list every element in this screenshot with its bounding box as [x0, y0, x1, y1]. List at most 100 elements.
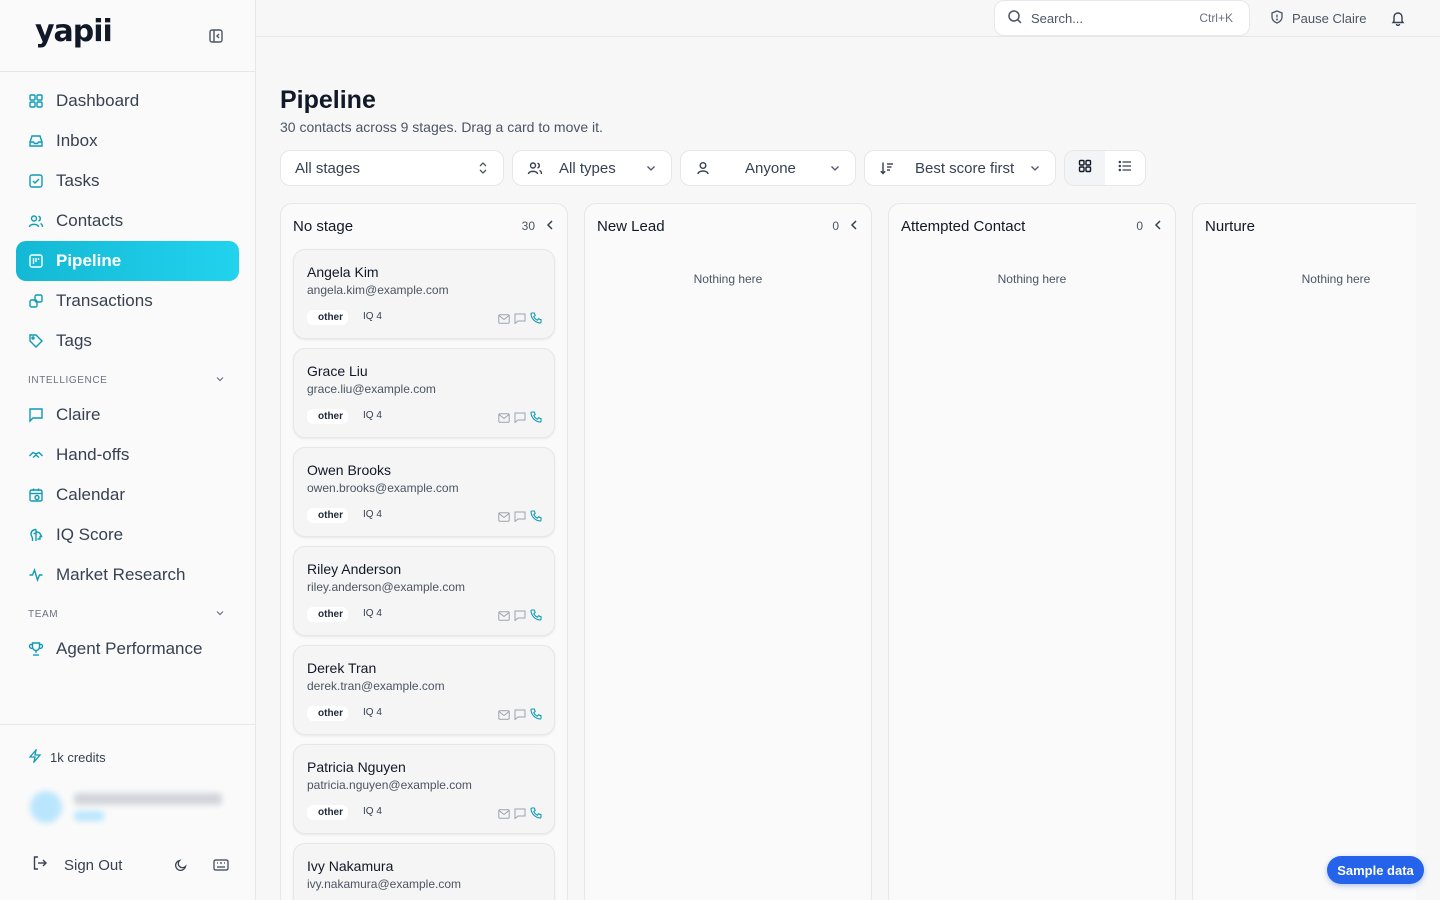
activity-icon [28, 567, 44, 583]
stage-column-attempted-contact: Attempted Contact 0 Nothing here [888, 203, 1176, 900]
contact-card[interactable]: Riley Anderson riley.anderson@example.co… [293, 546, 555, 636]
contact-card[interactable]: Owen Brooks owen.brooks@example.com othe… [293, 447, 555, 537]
sidebar-item-contacts[interactable]: Contacts [16, 201, 239, 241]
users-icon [527, 160, 543, 176]
phone-icon[interactable] [530, 806, 542, 824]
logo-row: yapii [0, 0, 255, 72]
message-icon[interactable] [514, 608, 526, 626]
chevron-down-icon [829, 162, 841, 174]
column-title: Attempted Contact [901, 217, 1026, 235]
app-logo[interactable]: yapii [35, 14, 113, 49]
search-input[interactable]: Search... Ctrl+K [994, 0, 1250, 36]
message-icon[interactable] [514, 707, 526, 725]
column-header: No stage 30 [281, 204, 567, 248]
pipeline-icon [28, 253, 44, 269]
column-title: Nurture [1205, 217, 1256, 235]
board-view-button[interactable] [1065, 151, 1105, 185]
contact-name: Angela Kim [307, 264, 379, 280]
credits-indicator[interactable]: 1k credits [28, 747, 106, 766]
section-label: TEAM [28, 608, 59, 620]
mail-icon[interactable] [498, 410, 510, 428]
contact-name: Owen Brooks [307, 462, 392, 478]
empty-state: Nothing here [1301, 272, 1371, 286]
iq-score: IQ 4 [363, 608, 382, 619]
sidebar-item-label: Tags [56, 331, 92, 350]
sidebar-collapse-icon[interactable] [208, 28, 224, 44]
list-view-button[interactable] [1105, 151, 1145, 185]
phone-icon[interactable] [530, 509, 542, 527]
pause-claire-button[interactable]: Pause Claire [1270, 10, 1366, 27]
team-section-header[interactable]: TEAM [16, 599, 239, 629]
contact-type-tag: other [307, 607, 348, 622]
card-actions [498, 608, 542, 626]
contact-name: Patricia Nguyen [307, 759, 406, 775]
empty-state: Nothing here [997, 272, 1067, 286]
message-icon[interactable] [514, 410, 526, 428]
contact-name: Derek Tran [307, 660, 377, 676]
sidebar-item-dashboard[interactable]: Dashboard [16, 81, 239, 121]
keyboard-icon[interactable] [213, 858, 229, 877]
mail-icon[interactable] [498, 311, 510, 329]
intelligence-section-header[interactable]: INTELLIGENCE [16, 365, 239, 395]
contact-card[interactable]: Ivy Nakamura ivy.nakamura@example.com [293, 843, 555, 900]
sidebar-item-transactions[interactable]: Transactions [16, 281, 239, 321]
phone-icon[interactable] [530, 707, 542, 725]
type-filter-select[interactable]: All types [512, 150, 672, 186]
message-icon[interactable] [514, 509, 526, 527]
mail-icon[interactable] [498, 509, 510, 527]
inbox-icon [28, 133, 44, 149]
contact-card[interactable]: Patricia Nguyen patricia.nguyen@example.… [293, 744, 555, 834]
contact-card[interactable]: Grace Liu grace.liu@example.com other IQ… [293, 348, 555, 438]
contact-email: patricia.nguyen@example.com [307, 778, 472, 792]
assignee-filter-select[interactable]: Anyone [680, 150, 856, 186]
mail-icon[interactable] [498, 806, 510, 824]
chevron-left-icon[interactable] [1153, 218, 1163, 235]
search-shortcut: Ctrl+K [1199, 11, 1233, 25]
sample-data-button[interactable]: Sample data [1327, 856, 1424, 884]
chevron-left-icon[interactable] [545, 218, 555, 235]
message-icon[interactable] [514, 806, 526, 824]
contact-email: riley.anderson@example.com [307, 580, 466, 594]
sidebar-item-calendar[interactable]: Calendar [16, 475, 239, 515]
message-icon[interactable] [514, 311, 526, 329]
sort-value: Best score first [915, 159, 1015, 177]
iq-score: IQ 4 [363, 707, 382, 718]
user-info-redacted [74, 793, 222, 821]
grid-icon [1078, 159, 1092, 178]
section-label: INTELLIGENCE [28, 374, 108, 386]
column-title: New Lead [597, 217, 665, 235]
sidebar-item-market-research[interactable]: Market Research [16, 555, 239, 595]
mail-icon[interactable] [498, 707, 510, 725]
contact-card[interactable]: Angela Kim angela.kim@example.com other … [293, 249, 555, 339]
sort-select[interactable]: Best score first [864, 150, 1056, 186]
contact-name: Riley Anderson [307, 561, 402, 577]
sidebar-item-label: Market Research [56, 565, 186, 584]
contacts-icon [28, 213, 44, 229]
chevron-left-icon[interactable] [849, 218, 859, 235]
column-header: Nurture [1193, 204, 1416, 248]
sidebar-item-claire[interactable]: Claire [16, 395, 239, 435]
stage-filter-select[interactable]: All stages [280, 150, 504, 186]
search-icon [1007, 9, 1023, 28]
user-icon [695, 160, 711, 176]
phone-icon[interactable] [530, 608, 542, 626]
bell-icon[interactable] [1390, 10, 1406, 31]
sidebar-item-iq-score[interactable]: IQ Score [16, 515, 239, 555]
sidebar-item-hand-offs[interactable]: Hand-offs [16, 435, 239, 475]
handshake-icon [28, 447, 44, 463]
phone-icon[interactable] [530, 311, 542, 329]
sidebar-item-pipeline[interactable]: Pipeline [16, 241, 239, 281]
sidebar-item-label: Hand-offs [56, 445, 130, 464]
moon-icon[interactable] [174, 858, 188, 877]
mail-icon[interactable] [498, 608, 510, 626]
sidebar-item-tasks[interactable]: Tasks [16, 161, 239, 201]
phone-icon[interactable] [530, 410, 542, 428]
sign-out-button[interactable]: Sign Out [32, 855, 232, 875]
contact-card[interactable]: Derek Tran derek.tran@example.com other … [293, 645, 555, 735]
sidebar-item-agent-performance[interactable]: Agent Performance [16, 629, 239, 669]
column-title: No stage [293, 217, 354, 235]
sidebar-item-inbox[interactable]: Inbox [16, 121, 239, 161]
user-profile[interactable] [30, 791, 222, 823]
card-actions [498, 509, 542, 527]
sidebar-item-tags[interactable]: Tags [16, 321, 239, 361]
